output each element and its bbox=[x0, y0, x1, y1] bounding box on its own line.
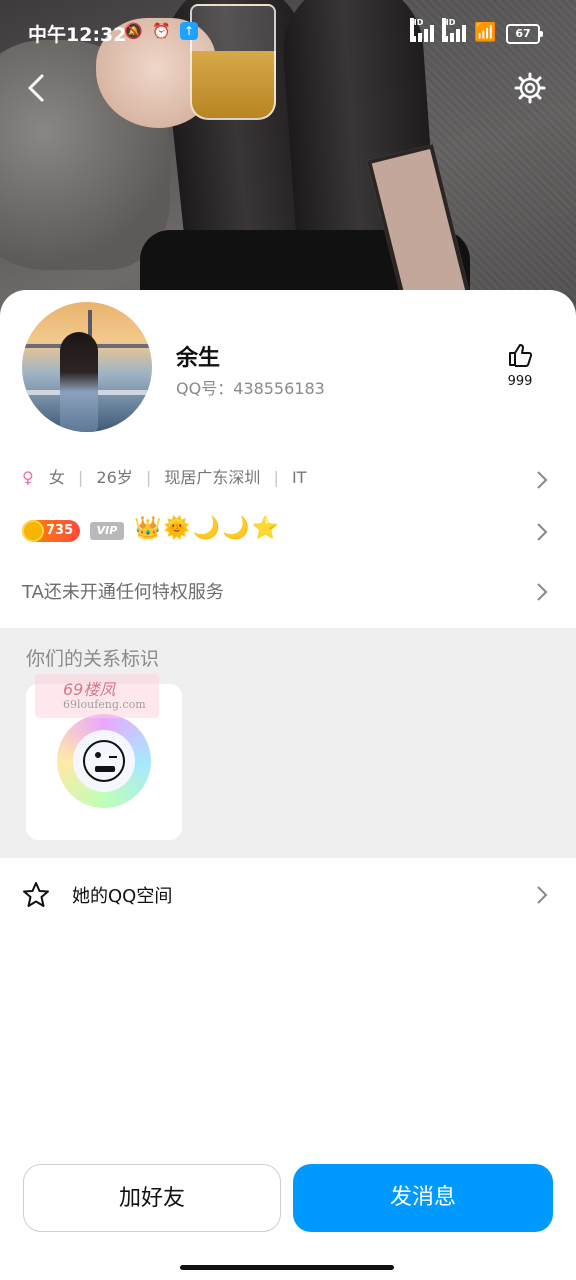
upload-icon: ↑ bbox=[180, 22, 198, 40]
battery-level: 67 bbox=[515, 27, 531, 40]
like-count: 999 bbox=[507, 374, 533, 389]
info-items: ♀ 女 | 26岁 | 现居广东深圳 | IT bbox=[22, 464, 306, 488]
watermark-text: 69楼凤 bbox=[63, 680, 116, 699]
sticker-eye bbox=[109, 752, 117, 758]
qq-number: QQ号：438556183 bbox=[176, 375, 325, 399]
status-bar: 中午12:32 🔕 ⏰ ↑ HD HD 📶 67 bbox=[0, 0, 576, 64]
profile-card: 余生 QQ号：438556183 999 ♀ 女 | 26岁 | 现居广东深圳 … bbox=[0, 290, 576, 1280]
chevron-right-icon bbox=[537, 886, 548, 904]
sticker-face bbox=[83, 740, 125, 782]
avatar-person bbox=[60, 332, 98, 432]
sticker-mouth bbox=[95, 766, 115, 772]
gender-text: 女 bbox=[48, 468, 65, 487]
nickname: 余生 bbox=[176, 346, 221, 371]
chevron-right-icon bbox=[537, 471, 548, 489]
qq-number-value: 438556183 bbox=[233, 379, 325, 398]
settings-button[interactable] bbox=[510, 68, 550, 108]
avatar[interactable] bbox=[22, 302, 152, 432]
thumbs-up-icon bbox=[509, 344, 533, 367]
level-badge: 735 bbox=[22, 520, 80, 542]
gear-icon bbox=[514, 72, 546, 104]
location-text: 现居广东深圳 bbox=[164, 468, 261, 487]
send-message-button[interactable]: 发消息 bbox=[293, 1164, 553, 1232]
age-text: 26岁 bbox=[96, 468, 133, 487]
relation-section: 你们的关系标识 69楼凤 69loufeng.com bbox=[0, 628, 576, 858]
level-number: 735 bbox=[46, 523, 74, 538]
info-row[interactable]: ♀ 女 | 26岁 | 现居广东深圳 | IT bbox=[0, 450, 576, 500]
divider: | bbox=[273, 468, 279, 487]
relation-title: 你们的关系标识 bbox=[26, 648, 160, 670]
level-icons: 👑🌞🌙🌙⭐ bbox=[134, 516, 281, 541]
divider: | bbox=[145, 468, 152, 487]
signal-2-icon: HD bbox=[442, 18, 468, 42]
qzone-label: 她的QQ空间 bbox=[72, 886, 173, 907]
home-indicator[interactable] bbox=[180, 1265, 394, 1270]
chevron-right-icon bbox=[537, 523, 548, 541]
female-icon: ♀ bbox=[22, 468, 34, 487]
coin-icon bbox=[22, 520, 44, 542]
divider: | bbox=[77, 468, 84, 487]
job-text: IT bbox=[291, 468, 307, 487]
relation-sticker-icon bbox=[57, 714, 151, 808]
badge-row[interactable]: 735 VIP 👑🌞🌙🌙⭐ bbox=[0, 508, 576, 558]
star-icon bbox=[23, 882, 49, 907]
mute-icon: 🔕 bbox=[124, 22, 143, 40]
back-button[interactable] bbox=[18, 66, 58, 110]
status-time: 中午12:32 bbox=[28, 24, 127, 46]
like-button[interactable]: 999 bbox=[498, 342, 542, 389]
chevron-right-icon bbox=[537, 583, 548, 601]
battery-icon: 67 bbox=[506, 24, 543, 44]
watermark-url: 69loufeng.com bbox=[63, 698, 146, 711]
alarm-icon: ⏰ bbox=[152, 22, 171, 40]
qzone-row[interactable]: 她的QQ空间 bbox=[0, 860, 576, 930]
watermark: 69楼凤 69loufeng.com bbox=[35, 674, 159, 718]
wifi-icon: 📶 bbox=[474, 22, 497, 43]
privilege-text: TA还未开通任何特权服务 bbox=[22, 582, 224, 603]
sticker-eye bbox=[95, 752, 101, 758]
privilege-row[interactable]: TA还未开通任何特权服务 bbox=[0, 564, 576, 620]
vip-badge: VIP bbox=[90, 522, 124, 540]
back-chevron-icon bbox=[28, 74, 44, 102]
add-friend-button[interactable]: 加好友 bbox=[23, 1164, 281, 1232]
qq-number-label: QQ号： bbox=[176, 379, 234, 398]
signal-1-icon: HD bbox=[410, 18, 436, 42]
